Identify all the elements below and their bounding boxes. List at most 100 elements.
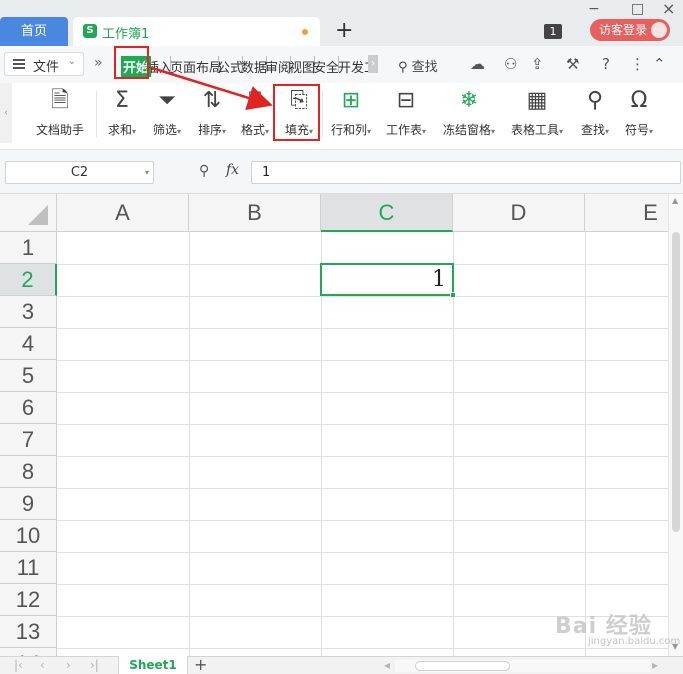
grid-line	[57, 584, 668, 585]
row-header-13[interactable]: 13	[0, 616, 57, 648]
more-options-icon[interactable]: ⋮	[630, 55, 645, 73]
cloud-icon[interactable]: ☁	[470, 55, 485, 73]
menu-item-view[interactable]: 视图	[289, 57, 315, 76]
share-icon[interactable]: ⇪	[531, 55, 544, 73]
expand-menu-icon[interactable]: »	[94, 55, 103, 71]
row-header-8[interactable]: 8	[0, 456, 57, 488]
sigma-icon: Σ	[115, 88, 129, 113]
rows-columns-button[interactable]: ⊞ 行和列▾	[328, 87, 374, 143]
zoom-icon[interactable]: ⚲	[199, 163, 209, 179]
minimize-button[interactable]: −	[588, 1, 600, 17]
row-header-14[interactable]: 14	[0, 648, 57, 656]
freeze-panes-button[interactable]: ❄ 冻结窗格▾	[439, 87, 499, 143]
grid-line	[57, 296, 668, 297]
table-tools-label: 表格工具	[510, 123, 559, 137]
row-header-1[interactable]: 1	[0, 232, 57, 264]
menu-item-formulas[interactable]: 公式	[217, 57, 243, 76]
ribbon-divider	[96, 91, 97, 137]
document-helper-icon: 🗎	[51, 88, 69, 113]
tools-icon[interactable]: ⚒	[566, 55, 579, 73]
cell-c2-value: 1	[432, 267, 446, 292]
find-button[interactable]: ⚲ 查找▾	[576, 87, 614, 143]
tab-workbook[interactable]: S 工作簿1	[73, 17, 320, 46]
insert-function-icon[interactable]: fx	[226, 162, 239, 178]
filter-button[interactable]: ⏷ 筛选▾	[148, 87, 186, 143]
add-sheet-button[interactable]: +	[194, 655, 207, 674]
worksheet-icon: ⊟	[396, 88, 416, 113]
column-header-d[interactable]: D	[453, 194, 585, 232]
column-header-a[interactable]: A	[57, 194, 189, 232]
menu-item-security[interactable]: 安全	[313, 57, 339, 76]
active-cell-c2[interactable]: 1	[320, 263, 456, 298]
file-menu-button[interactable]: 文件 ⌄	[4, 52, 84, 76]
grid-line	[57, 328, 668, 329]
menu-item-developer[interactable]: 开发工	[338, 57, 368, 76]
grid-line	[57, 520, 668, 521]
first-sheet-icon[interactable]: |‹	[14, 658, 23, 672]
vertical-scroll-thumb[interactable]	[672, 232, 680, 532]
maximize-button[interactable]: □	[631, 1, 644, 17]
name-box[interactable]: C2 ▾	[5, 161, 154, 184]
sum-button[interactable]: Σ 求和▾	[104, 87, 140, 143]
worksheet-button[interactable]: ⊟ 工作表▾	[383, 87, 429, 143]
menu-item-data[interactable]: 数据	[241, 57, 267, 76]
formula-input[interactable]: 1	[251, 161, 681, 184]
table-tools-button[interactable]: ▦ 表格工具▾	[507, 87, 567, 143]
last-sheet-icon[interactable]: ›|	[90, 658, 99, 672]
column-header-c[interactable]: C	[321, 194, 453, 232]
guest-login-label: 访客登录	[599, 23, 648, 37]
formula-bar: C2 ▾ ⚲ fx 1	[0, 150, 683, 194]
spreadsheet-grid[interactable]: A B C D E 1 2 3 4 5 6 7 8 9 10 11 12 13 …	[0, 194, 668, 656]
sheet-tab-sheet1[interactable]: Sheet1	[118, 656, 188, 674]
share-user-icon[interactable]: ⚇	[504, 55, 517, 73]
row-header-6[interactable]: 6	[0, 392, 57, 424]
new-tab-button[interactable]: +	[335, 19, 353, 43]
menu-item-review[interactable]: 审阅	[265, 57, 291, 76]
scroll-right-icon[interactable]: ▸	[652, 658, 658, 672]
row-header-7[interactable]: 7	[0, 424, 57, 456]
format-button[interactable]: ⌸ 格式▾	[236, 87, 274, 143]
grid-line	[57, 360, 668, 361]
window-count-badge[interactable]: 1	[544, 24, 562, 39]
scroll-up-icon[interactable]: ▲	[672, 196, 678, 205]
row-header-4[interactable]: 4	[0, 328, 57, 360]
ribbon-scroll-left-button[interactable]: ‹	[0, 83, 12, 143]
avatar-icon	[651, 22, 667, 38]
document-helper-button[interactable]: 🗎 文档助手	[32, 87, 88, 143]
symbol-button[interactable]: Ω 符号▾	[620, 87, 658, 143]
fill-handle[interactable]	[450, 292, 456, 298]
sort-button[interactable]: ⇅ 排序▾	[193, 87, 231, 143]
guest-login-button[interactable]: 访客登录	[590, 19, 670, 41]
freeze-panes-label: 冻结窗格	[442, 123, 491, 137]
help-icon[interactable]: ?	[602, 55, 610, 73]
row-header-12[interactable]: 12	[0, 584, 57, 616]
tab-home[interactable]: 首页	[0, 17, 68, 46]
menu-item-page-layout[interactable]: 页面布局	[170, 57, 222, 76]
filter-label: 筛选	[152, 123, 177, 137]
search-menu-button[interactable]: ⚲ 查找	[398, 56, 438, 75]
row-header-9[interactable]: 9	[0, 488, 57, 520]
collapse-ribbon-icon[interactable]: ⌃	[653, 55, 666, 73]
scroll-left-icon[interactable]: ◂	[384, 658, 390, 672]
spreadsheet-logo-icon: S	[83, 24, 97, 38]
grid-line	[585, 232, 586, 656]
row-header-3[interactable]: 3	[0, 296, 57, 328]
menu-item-insert[interactable]: 插入	[146, 57, 172, 76]
freeze-panes-icon: ❄	[459, 88, 479, 113]
close-button[interactable]: ×	[662, 0, 675, 18]
row-header-10[interactable]: 10	[0, 520, 57, 552]
menu-bar: 文件 ⌄ » 开始 插入 页面布局 公式 数据 审阅 视图 安全 开发工 › ⚲…	[0, 46, 683, 83]
vertical-scrollbar[interactable]: ▲ ▼	[668, 194, 683, 656]
row-header-11[interactable]: 11	[0, 552, 57, 584]
horizontal-scroll-thumb[interactable]	[415, 661, 510, 671]
highlight-box-start-tab	[114, 46, 149, 79]
next-sheet-icon[interactable]: ›	[66, 658, 71, 672]
row-header-5[interactable]: 5	[0, 360, 57, 392]
prev-sheet-icon[interactable]: ‹	[40, 658, 45, 672]
column-header-b[interactable]: B	[189, 194, 321, 232]
row-header-2[interactable]: 2	[0, 264, 57, 296]
menu-scroll-right-button[interactable]: ›	[368, 55, 378, 73]
select-all-corner[interactable]	[0, 194, 57, 232]
search-icon: ⚲	[398, 60, 408, 75]
column-header-e[interactable]: E	[585, 194, 668, 232]
